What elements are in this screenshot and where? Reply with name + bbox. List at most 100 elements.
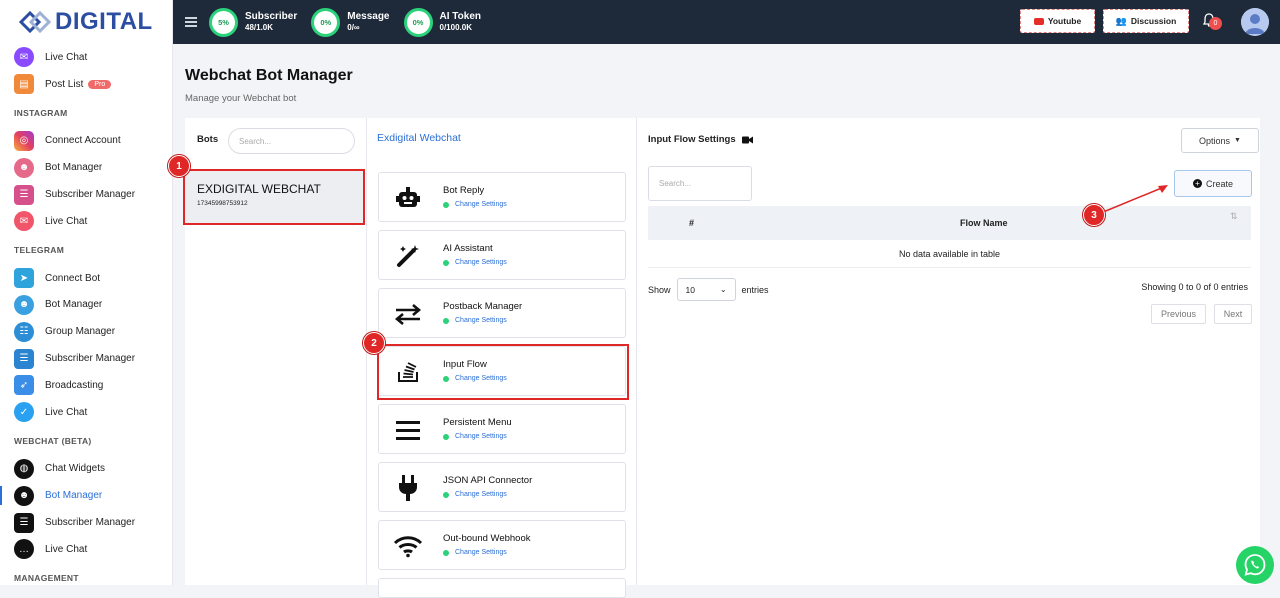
group-icon: ☷ [14, 321, 34, 342]
show-label: Show [648, 284, 671, 295]
section-heading-management: MANAGEMENT [14, 572, 79, 583]
option-title: AI Assistant [443, 243, 493, 254]
youtube-button[interactable]: Youtube [1020, 9, 1095, 33]
wifi-icon [393, 532, 423, 560]
status-dot-icon [443, 317, 449, 324]
flow-search-input[interactable]: Search... [648, 166, 752, 201]
app-logo[interactable]: DIGITAL [0, 0, 172, 44]
option-next[interactable] [378, 578, 626, 598]
discussion-label: Discussion [1130, 16, 1177, 26]
chat-check-icon: ✓ [14, 402, 34, 423]
option-persistent-menu[interactable]: Persistent Menu Change Settings [378, 404, 626, 454]
user-avatar-icon [1241, 8, 1269, 36]
options-dropdown-button[interactable]: Options ▼ [1181, 128, 1259, 153]
column-header-number[interactable]: # [689, 218, 694, 228]
stat-subscriber: 5% Subscriber 48/1.0K [209, 7, 297, 37]
stat-title: Message [347, 11, 390, 22]
change-settings-link[interactable]: Change Settings [443, 549, 507, 556]
input-flow-panel: Input Flow Settings Options ▼ Search... … [637, 118, 1260, 585]
step-marker-1: 1 [168, 155, 190, 177]
previous-page-button[interactable]: Previous [1151, 304, 1206, 324]
status-dot-icon [443, 549, 449, 556]
progress-ring: 0% [311, 7, 341, 37]
sidebar-item-label: Live Chat [45, 51, 88, 63]
sidebar-item-label: Post List [45, 78, 84, 90]
sort-icon[interactable]: ⇅ [1230, 211, 1238, 222]
webchat-bot-title[interactable]: Exdigital Webchat [377, 132, 461, 144]
whatsapp-icon [1244, 554, 1266, 576]
bots-search-input[interactable]: Search... [228, 128, 355, 154]
plus-circle-icon: + [1192, 179, 1202, 188]
sidebar-item-tg-bot-manager[interactable]: ☻ Bot Manager [0, 292, 172, 319]
change-settings-link[interactable]: Change Settings [443, 433, 507, 440]
stat-value: 0/100.0K [439, 23, 472, 32]
step-marker-2: 2 [363, 332, 385, 354]
entries-select[interactable]: 10 ⌄ [676, 278, 736, 301]
option-title: Postback Manager [443, 301, 523, 312]
change-settings-link[interactable]: Change Settings [443, 491, 507, 498]
sidebar-item-ig-live-chat[interactable]: ✉ Live Chat [0, 208, 172, 235]
sidebar-item-tg-live-chat[interactable]: ✓ Live Chat [0, 399, 172, 426]
option-outbound-webhook[interactable]: Out-bound Webhook Change Settings [378, 520, 626, 570]
next-page-button[interactable]: Next [1214, 304, 1252, 324]
annotation-arrow [1095, 185, 1168, 216]
status-dot-icon [443, 259, 449, 266]
post-list-icon: ▤ [14, 74, 34, 95]
status-dot-icon [443, 201, 449, 208]
chevron-down-icon: ⌄ [719, 285, 727, 294]
logo-text: DIGITAL [55, 8, 153, 35]
sidebar-item-post-list[interactable]: ▤ Post List Pro [0, 71, 172, 98]
page-title: Webchat Bot Manager [185, 67, 353, 84]
sidebar-item-label: Group Manager [45, 326, 116, 338]
sidebar-item-broadcasting[interactable]: ➶ Broadcasting [0, 372, 172, 399]
option-title: Bot Reply [443, 185, 485, 196]
discussion-button[interactable]: 👥 Discussion [1103, 9, 1189, 33]
section-heading-telegram: TELEGRAM [14, 244, 65, 255]
whatsapp-chat-button[interactable] [1236, 546, 1274, 584]
chat-icon: … [14, 539, 34, 560]
sidebar-item-webchat-subscriber-manager[interactable]: ☰ Subscriber Manager [0, 509, 172, 536]
arrows-swap-icon [393, 300, 423, 328]
sidebar-item-ig-bot-manager[interactable]: ☻ Bot Manager [0, 154, 172, 181]
video-camera-icon[interactable] [741, 136, 753, 144]
option-postback-manager[interactable]: Postback Manager Change Settings [378, 288, 626, 338]
sidebar-item-group-manager[interactable]: ☷ Group Manager [0, 318, 172, 345]
sidebar-item-label: Live Chat [45, 215, 88, 227]
create-button[interactable]: + Create [1174, 170, 1252, 197]
avatar[interactable] [1241, 8, 1269, 36]
sidebar-item-ig-subscriber-manager[interactable]: ☰ Subscriber Manager [0, 181, 172, 208]
bots-label: Bots [197, 134, 219, 145]
change-settings-label: Change Settings [455, 259, 507, 266]
youtube-label: Youtube [1047, 16, 1082, 26]
sidebar-item-chat-widgets[interactable]: ◍ Chat Widgets [0, 456, 172, 483]
hamburger-menu-icon[interactable] [185, 15, 197, 30]
sidebar-item-tg-subscriber-manager[interactable]: ☰ Subscriber Manager [0, 345, 172, 372]
sidebar-item-live-chat[interactable]: ✉ Live Chat [0, 44, 172, 71]
sidebar-item-connect-account[interactable]: ◎ Connect Account [0, 128, 172, 155]
options-label: Options [1199, 135, 1231, 146]
change-settings-link[interactable]: Change Settings [443, 259, 507, 266]
sidebar: DIGITAL ✉ Live Chat ▤ Post List Pro INST… [0, 0, 173, 585]
plug-icon [393, 474, 423, 502]
section-heading-instagram: INSTAGRAM [14, 107, 68, 118]
column-header-flow-name[interactable]: Flow Name [960, 218, 1008, 228]
sidebar-item-label: Subscriber Manager [45, 517, 136, 529]
sidebar-item-label: Subscriber Manager [45, 353, 136, 365]
messenger-icon: ✉ [14, 47, 34, 68]
section-heading-webchat: WEBCHAT (BETA) [14, 435, 92, 446]
chat-icon: ✉ [14, 211, 34, 232]
option-ai-assistant[interactable]: AI Assistant Change Settings [378, 230, 626, 280]
pro-badge: Pro [88, 79, 112, 89]
entries-select-value: 10 [685, 284, 695, 295]
sidebar-item-connect-bot[interactable]: ➤ Connect Bot [0, 265, 172, 292]
change-settings-link[interactable]: Change Settings [443, 201, 507, 208]
stat-value: 0/∞ [347, 23, 360, 32]
change-settings-link[interactable]: Change Settings [443, 317, 507, 324]
option-json-api-connector[interactable]: JSON API Connector Change Settings [378, 462, 626, 512]
option-bot-reply[interactable]: Bot Reply Change Settings [378, 172, 626, 222]
sidebar-item-webchat-bot-manager[interactable]: ☻ Bot Manager [0, 482, 172, 509]
sidebar-item-label: Broadcasting [45, 379, 104, 391]
change-settings-label: Change Settings [455, 433, 507, 440]
sidebar-item-label: Chat Widgets [45, 463, 106, 475]
sidebar-item-webchat-live-chat[interactable]: … Live Chat [0, 536, 172, 563]
